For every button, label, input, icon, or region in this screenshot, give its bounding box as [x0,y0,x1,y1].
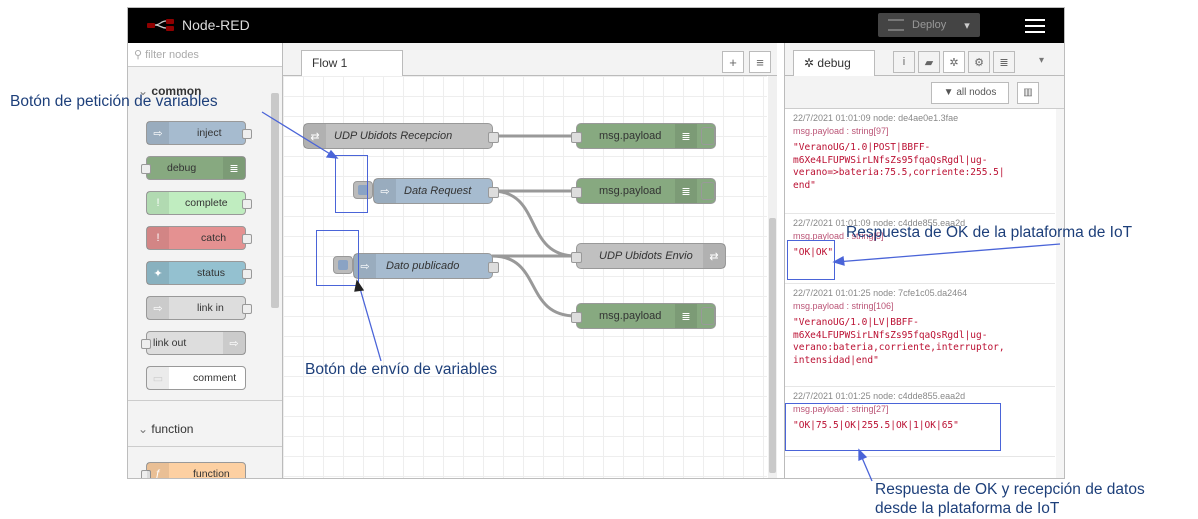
annotation-arrows [261,111,1061,482]
